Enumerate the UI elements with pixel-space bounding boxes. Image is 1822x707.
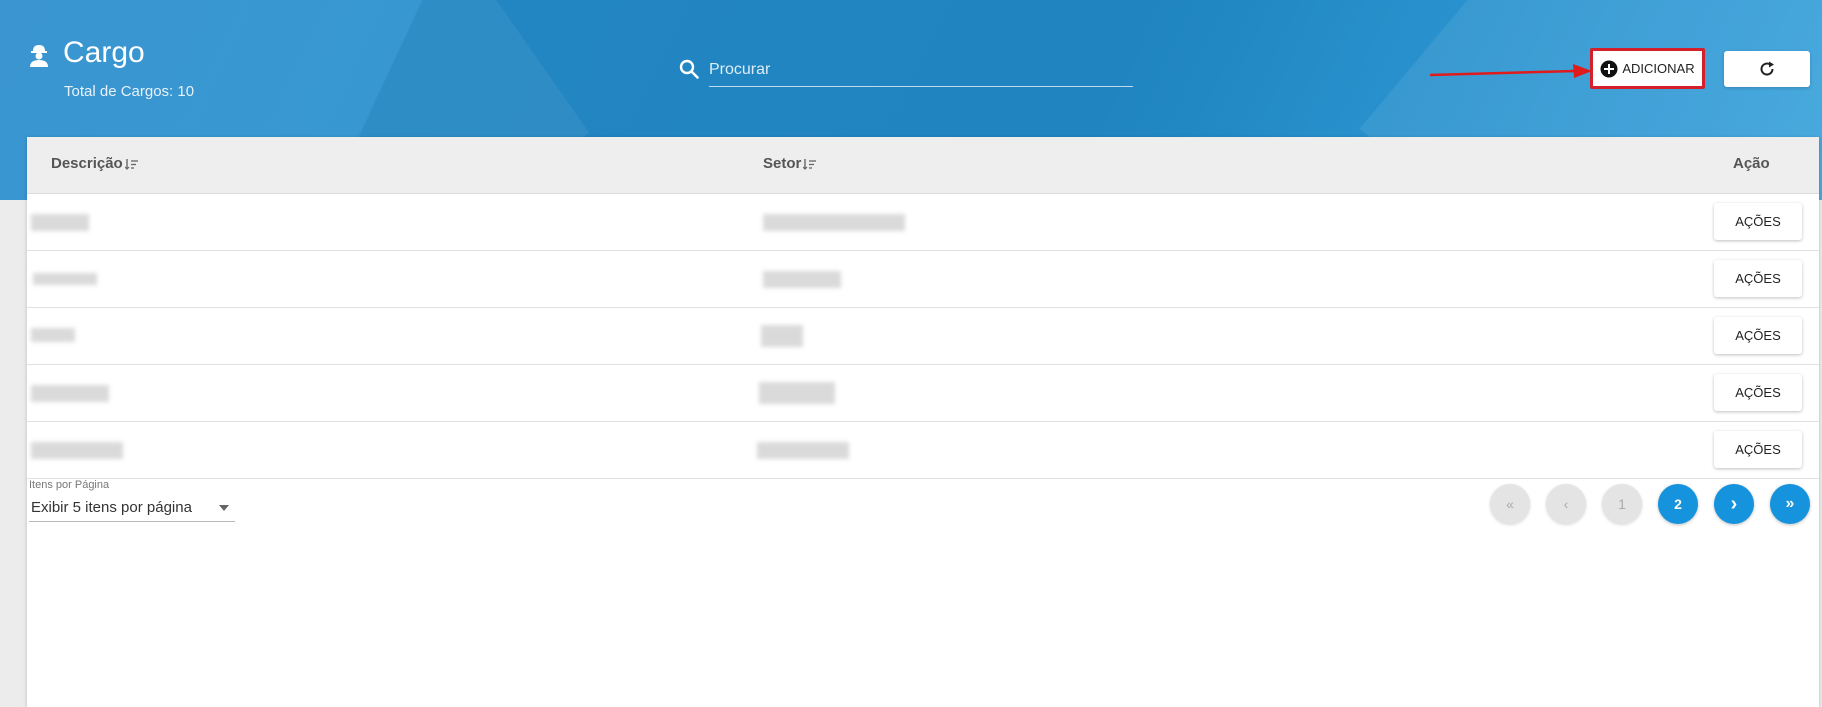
table-row: AÇÕES (27, 251, 1819, 308)
search-icon (679, 59, 699, 79)
next-page-button[interactable]: › (1714, 484, 1754, 524)
blurred-descricao (33, 273, 97, 285)
plus-circle-icon (1600, 60, 1618, 77)
add-button-label: ADICIONAR (1622, 61, 1695, 76)
annotation-arrow (1429, 64, 1592, 78)
blurred-descricao (31, 214, 89, 231)
blurred-setor (763, 271, 841, 288)
refresh-icon (1760, 61, 1774, 76)
column-header-acao: Ação (1733, 155, 1770, 172)
blurred-setor (763, 214, 905, 231)
acoes-button[interactable]: AÇÕES (1714, 260, 1802, 297)
items-per-page-value: Exibir 5 itens por página (31, 499, 192, 516)
page-title: Cargo (63, 36, 145, 69)
blurred-descricao (31, 442, 123, 459)
add-button[interactable]: ADICIONAR (1590, 48, 1705, 89)
acoes-button[interactable]: AÇÕES (1714, 431, 1802, 468)
search-input[interactable] (709, 54, 1133, 87)
page-button-2[interactable]: 2 (1658, 484, 1698, 524)
blurred-descricao (31, 385, 109, 402)
column-header-setor[interactable]: Setor (763, 155, 817, 172)
prev-page-button[interactable]: ‹ (1546, 484, 1586, 524)
page-button-1[interactable]: 1 (1602, 484, 1642, 524)
blurred-descricao (31, 328, 75, 342)
table-row: AÇÕES (27, 308, 1819, 365)
sort-icon (124, 158, 138, 170)
sort-icon (803, 158, 817, 170)
table-row: AÇÕES (27, 422, 1819, 479)
total-count: Total de Cargos: 10 (64, 83, 195, 100)
table-row: AÇÕES (27, 194, 1819, 251)
table-header: Descrição Setor Ação (27, 137, 1819, 194)
acoes-button[interactable]: AÇÕES (1714, 374, 1802, 411)
blurred-setor (759, 382, 835, 404)
data-table: Descrição Setor Ação AÇÕES AÇÕES AÇÕES A… (27, 137, 1819, 707)
refresh-button[interactable] (1724, 51, 1810, 87)
acoes-button[interactable]: AÇÕES (1714, 317, 1802, 354)
items-per-page-label: Itens por Página (29, 479, 110, 491)
acoes-button[interactable]: AÇÕES (1714, 203, 1802, 240)
items-per-page-select[interactable]: Exibir 5 itens por página (29, 494, 235, 522)
column-header-descricao[interactable]: Descrição (51, 155, 139, 172)
blurred-setor (757, 442, 849, 459)
last-page-button[interactable]: » (1770, 484, 1810, 524)
worker-icon (30, 45, 48, 67)
first-page-button[interactable]: « (1490, 484, 1530, 524)
table-row: AÇÕES (27, 365, 1819, 422)
blurred-setor (761, 325, 803, 347)
caret-down-icon (219, 504, 229, 511)
